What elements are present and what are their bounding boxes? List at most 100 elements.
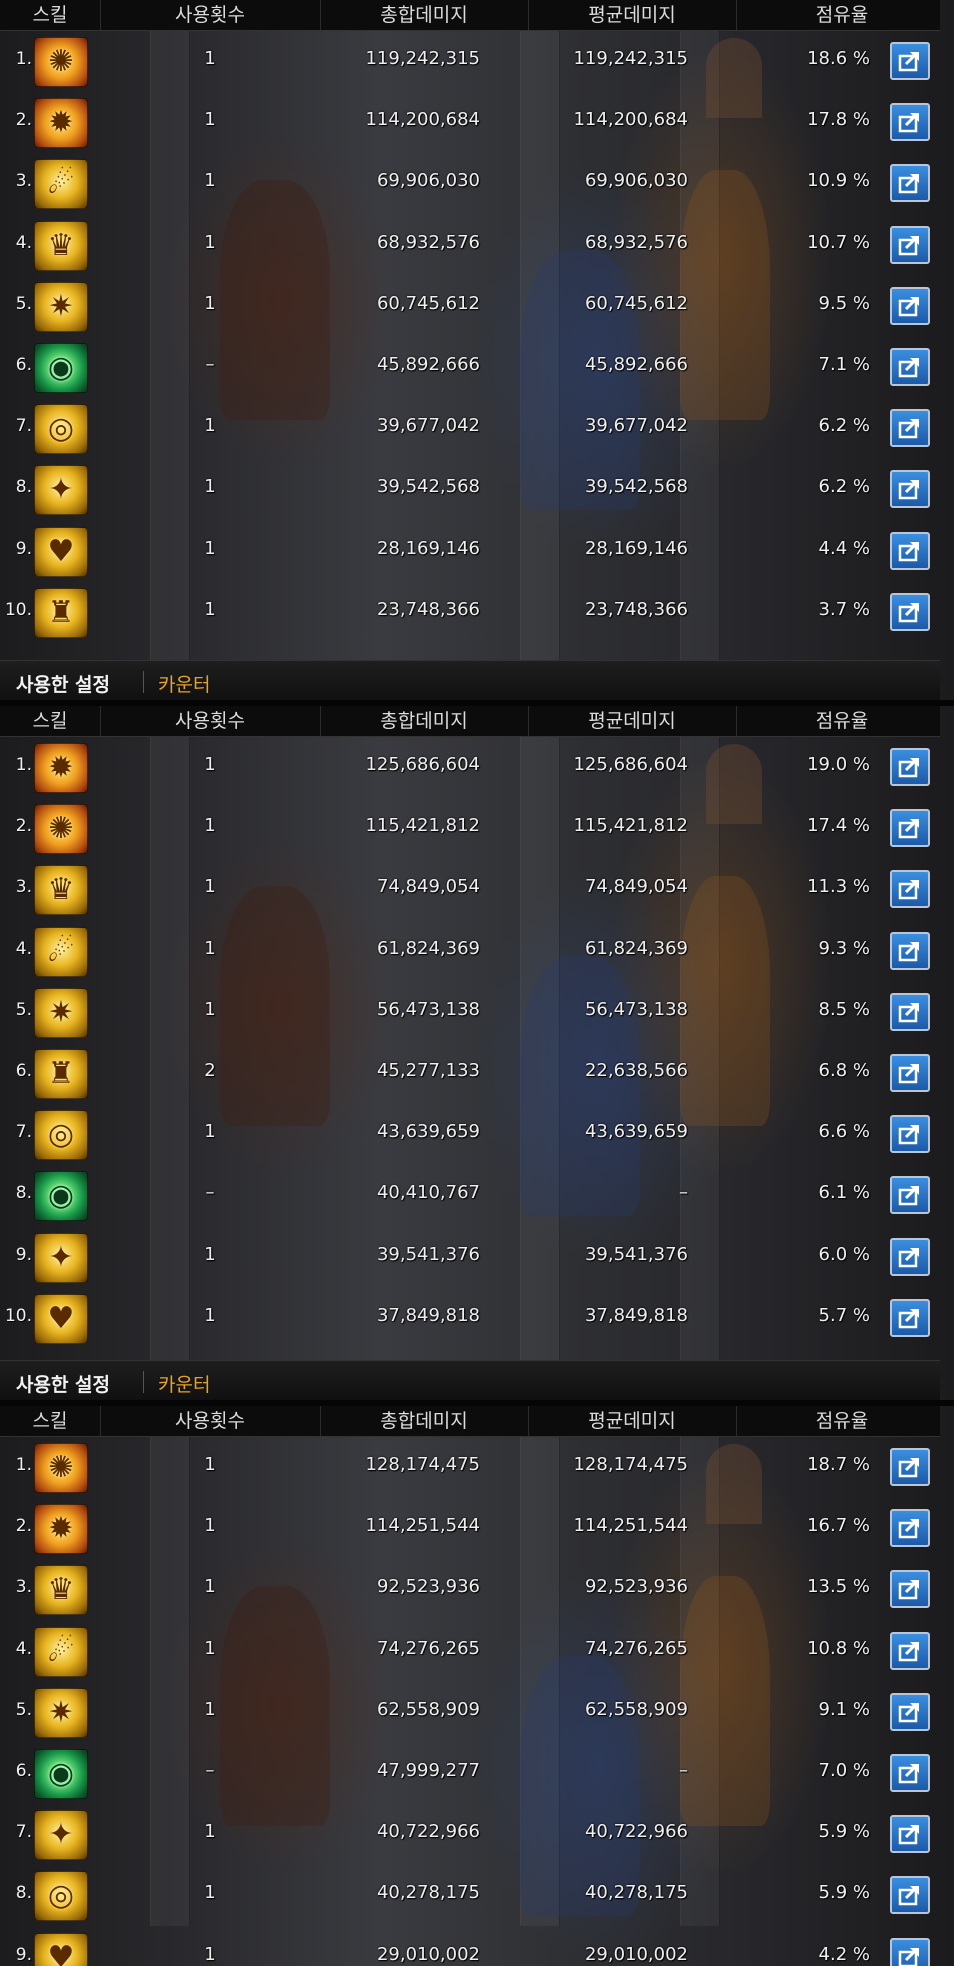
share-button[interactable] (890, 531, 930, 570)
header-skill[interactable]: 스킬 (0, 1406, 101, 1436)
eye-skill-icon[interactable]: ◉ (34, 1171, 88, 1222)
share-button[interactable] (890, 1631, 930, 1670)
ring-skill-icon[interactable]: ◎ (34, 404, 88, 455)
header-avg[interactable]: 평균데미지 (528, 706, 737, 736)
header-count[interactable]: 사용횟수 (100, 0, 321, 30)
tab-used-settings[interactable]: 사용한 설정 (16, 670, 110, 697)
table-row: 10. ♜ 1 23,748,366 23,748,366 3.7 % (0, 581, 954, 642)
share-button[interactable] (890, 592, 930, 631)
header-count[interactable]: 사용횟수 (100, 706, 321, 736)
table-row: 9. ✦ 1 39,541,376 39,541,376 6.0 % (0, 1226, 954, 1287)
tab-counter[interactable]: 카운터 (158, 670, 210, 697)
share-button[interactable] (890, 1937, 930, 1966)
header-total[interactable]: 총합데미지 (320, 706, 529, 736)
rank-number: 8. (15, 1883, 32, 1904)
share-button[interactable] (890, 1692, 930, 1731)
tab-divider (143, 1371, 144, 1393)
wing-skill-icon[interactable]: ✦ (34, 1810, 88, 1861)
wing-skill-icon[interactable]: ✦ (34, 465, 88, 516)
use-count: 1 (204, 1515, 216, 1537)
share-button[interactable] (890, 992, 930, 1031)
share-button[interactable] (890, 1054, 930, 1092)
burst-skill-icon[interactable]: ✺ (34, 804, 88, 855)
share-button[interactable] (890, 225, 930, 264)
share-button[interactable] (890, 164, 930, 203)
pillar-skill-icon[interactable]: ♜ (34, 587, 88, 638)
gear-skill-icon[interactable]: ✷ (34, 987, 88, 1038)
share-button[interactable] (890, 1448, 930, 1486)
settings-tab-bar: 사용한 설정 카운터 (0, 1360, 940, 1400)
share-button[interactable] (890, 1876, 930, 1915)
damage-panel: 스킬 사용횟수 총합데미지 평균데미지 점유율 1. ✺ 1 119,242,315 119,24… (0, 0, 954, 700)
share-button[interactable] (890, 103, 930, 142)
share-button[interactable] (890, 42, 930, 80)
share-button[interactable] (890, 1754, 930, 1792)
share-button[interactable] (890, 470, 930, 509)
slash-skill-icon[interactable]: ☄ (34, 1626, 88, 1677)
damage-share: 10.8 % (807, 1637, 870, 1659)
share-button[interactable] (890, 1115, 930, 1154)
table-row: 1. ✺ 1 128,174,475 128,174,475 18.7 % (0, 1436, 954, 1497)
share-button[interactable] (890, 931, 930, 970)
header-skill[interactable]: 스킬 (0, 0, 101, 30)
header-share[interactable]: 점유율 (736, 0, 948, 30)
header-total[interactable]: 총합데미지 (320, 0, 529, 30)
share-arrow-icon (898, 51, 919, 72)
share-button[interactable] (890, 409, 930, 448)
header-avg[interactable]: 평균데미지 (528, 0, 737, 30)
eye-skill-icon[interactable]: ◉ (34, 343, 88, 393)
header-share[interactable]: 점유율 (736, 1406, 948, 1436)
slash-skill-icon[interactable]: ☄ (34, 926, 88, 977)
crown-skill-icon[interactable]: ♛ (34, 220, 88, 271)
flame-skill-icon[interactable]: ✹ (34, 743, 88, 793)
share-button[interactable] (890, 286, 930, 325)
header-share[interactable]: 점유율 (736, 706, 948, 736)
header-count[interactable]: 사용횟수 (100, 1406, 321, 1436)
slash-skill-icon[interactable]: ☄ (34, 159, 88, 210)
header-skill[interactable]: 스킬 (0, 706, 101, 736)
share-button[interactable] (890, 809, 930, 848)
gear-skill-icon[interactable]: ✷ (34, 1687, 88, 1738)
crown-skill-icon[interactable]: ♛ (34, 865, 88, 916)
heart-skill-icon[interactable]: ♥ (34, 1293, 88, 1344)
ring-skill-icon[interactable]: ◎ (34, 1110, 88, 1161)
share-button[interactable] (890, 1509, 930, 1548)
damage-share: 13.5 % (807, 1576, 870, 1598)
eye-skill-icon[interactable]: ◉ (34, 1749, 88, 1799)
header-avg[interactable]: 평균데미지 (528, 1406, 737, 1436)
ring-skill-icon[interactable]: ◎ (34, 1871, 88, 1922)
tab-used-settings[interactable]: 사용한 설정 (16, 1370, 110, 1397)
share-button[interactable] (890, 1237, 930, 1276)
share-button[interactable] (890, 1570, 930, 1609)
burst-skill-icon[interactable]: ✺ (34, 1443, 88, 1493)
flame-skill-icon[interactable]: ✹ (34, 98, 88, 149)
share-button[interactable] (890, 748, 930, 786)
average-damage: 114,200,684 (573, 109, 688, 131)
average-damage: 125,686,604 (573, 754, 688, 775)
burst-skill-icon[interactable]: ✺ (34, 37, 88, 87)
share-arrow-icon (898, 419, 919, 439)
damage-share: 6.0 % (818, 1243, 870, 1265)
wing-skill-icon[interactable]: ✦ (34, 1232, 88, 1283)
header-total[interactable]: 총합데미지 (320, 1406, 529, 1436)
share-button[interactable] (890, 1176, 930, 1215)
pillar-skill-icon[interactable]: ♜ (34, 1049, 88, 1099)
share-button[interactable] (890, 1298, 930, 1337)
tab-counter[interactable]: 카운터 (158, 1370, 210, 1397)
heart-skill-icon[interactable]: ♥ (34, 1932, 88, 1966)
share-button[interactable] (890, 870, 930, 909)
rank-number: 3. (15, 877, 32, 898)
damage-share: 19.0 % (807, 754, 870, 775)
share-button[interactable] (890, 348, 930, 386)
rank-number: 1. (15, 1455, 32, 1475)
heart-skill-icon[interactable]: ♥ (34, 526, 88, 577)
rank-number: 10. (4, 599, 32, 620)
table-row: 6. ◉ – 47,999,277 – 7.0 % (0, 1742, 954, 1803)
share-arrow-icon (898, 1763, 919, 1784)
share-button[interactable] (890, 1815, 930, 1854)
table-row: 5. ✷ 1 60,745,612 60,745,612 9.5 % (0, 275, 954, 336)
gear-skill-icon[interactable]: ✷ (34, 281, 88, 332)
crown-skill-icon[interactable]: ♛ (34, 1565, 88, 1616)
total-damage: 39,542,568 (376, 476, 480, 498)
flame-skill-icon[interactable]: ✹ (34, 1504, 88, 1555)
